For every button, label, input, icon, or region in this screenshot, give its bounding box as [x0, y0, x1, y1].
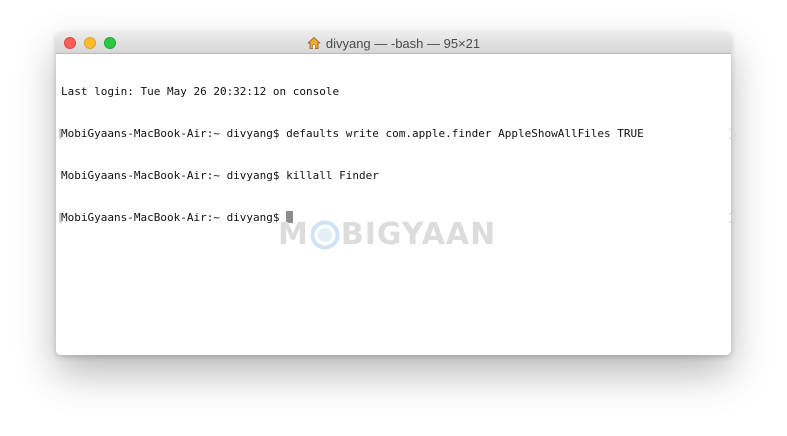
watermark-text-part2: BIGYAAN: [340, 217, 497, 252]
terminal-line: MobiGyaans-MacBook-Air:~ divyang$ killal…: [61, 169, 731, 183]
watermark-logo-o: [310, 220, 340, 249]
line-marker-right: ]: [728, 127, 731, 141]
line-command: killall Finder: [286, 169, 379, 182]
window-title-text: divyang — -bash — 95×21: [325, 35, 481, 51]
terminal-line: Last login: Tue May 26 20:32:12 on conso…: [61, 85, 731, 99]
window-title: divyang — -bash — 95×21: [56, 32, 731, 54]
terminal-line: [MobiGyaans-MacBook-Air:~ divyang$ defau…: [57, 127, 731, 141]
title-bar[interactable]: divyang — -bash — 95×21: [56, 32, 731, 54]
watermark-text-part1: M: [278, 217, 309, 252]
terminal-output[interactable]: Last login: Tue May 26 20:32:12 on conso…: [56, 54, 731, 355]
line-command: defaults write com.apple.finder AppleSho…: [286, 127, 644, 140]
line-prompt: MobiGyaans-MacBook-Air:~ divyang$: [61, 211, 287, 224]
screenshot-stage: divyang — -bash — 95×21 Last login: Tue …: [0, 0, 787, 436]
home-icon: [307, 36, 321, 49]
watermark: M BIGYAAN: [278, 217, 496, 252]
zoom-button[interactable]: [104, 37, 116, 49]
line-marker-left: [: [57, 127, 64, 140]
minimize-button[interactable]: [84, 37, 96, 49]
line-prompt: MobiGyaans-MacBook-Air:~ divyang$: [61, 169, 287, 182]
close-button[interactable]: [64, 37, 76, 49]
line-marker-left: [: [57, 211, 64, 224]
line-marker-right: ]: [728, 211, 731, 225]
line-prompt: MobiGyaans-MacBook-Air:~ divyang$: [61, 127, 287, 140]
terminal-window: divyang — -bash — 95×21 Last login: Tue …: [56, 32, 731, 355]
line-text: Last login: Tue May 26 20:32:12 on conso…: [61, 85, 340, 98]
